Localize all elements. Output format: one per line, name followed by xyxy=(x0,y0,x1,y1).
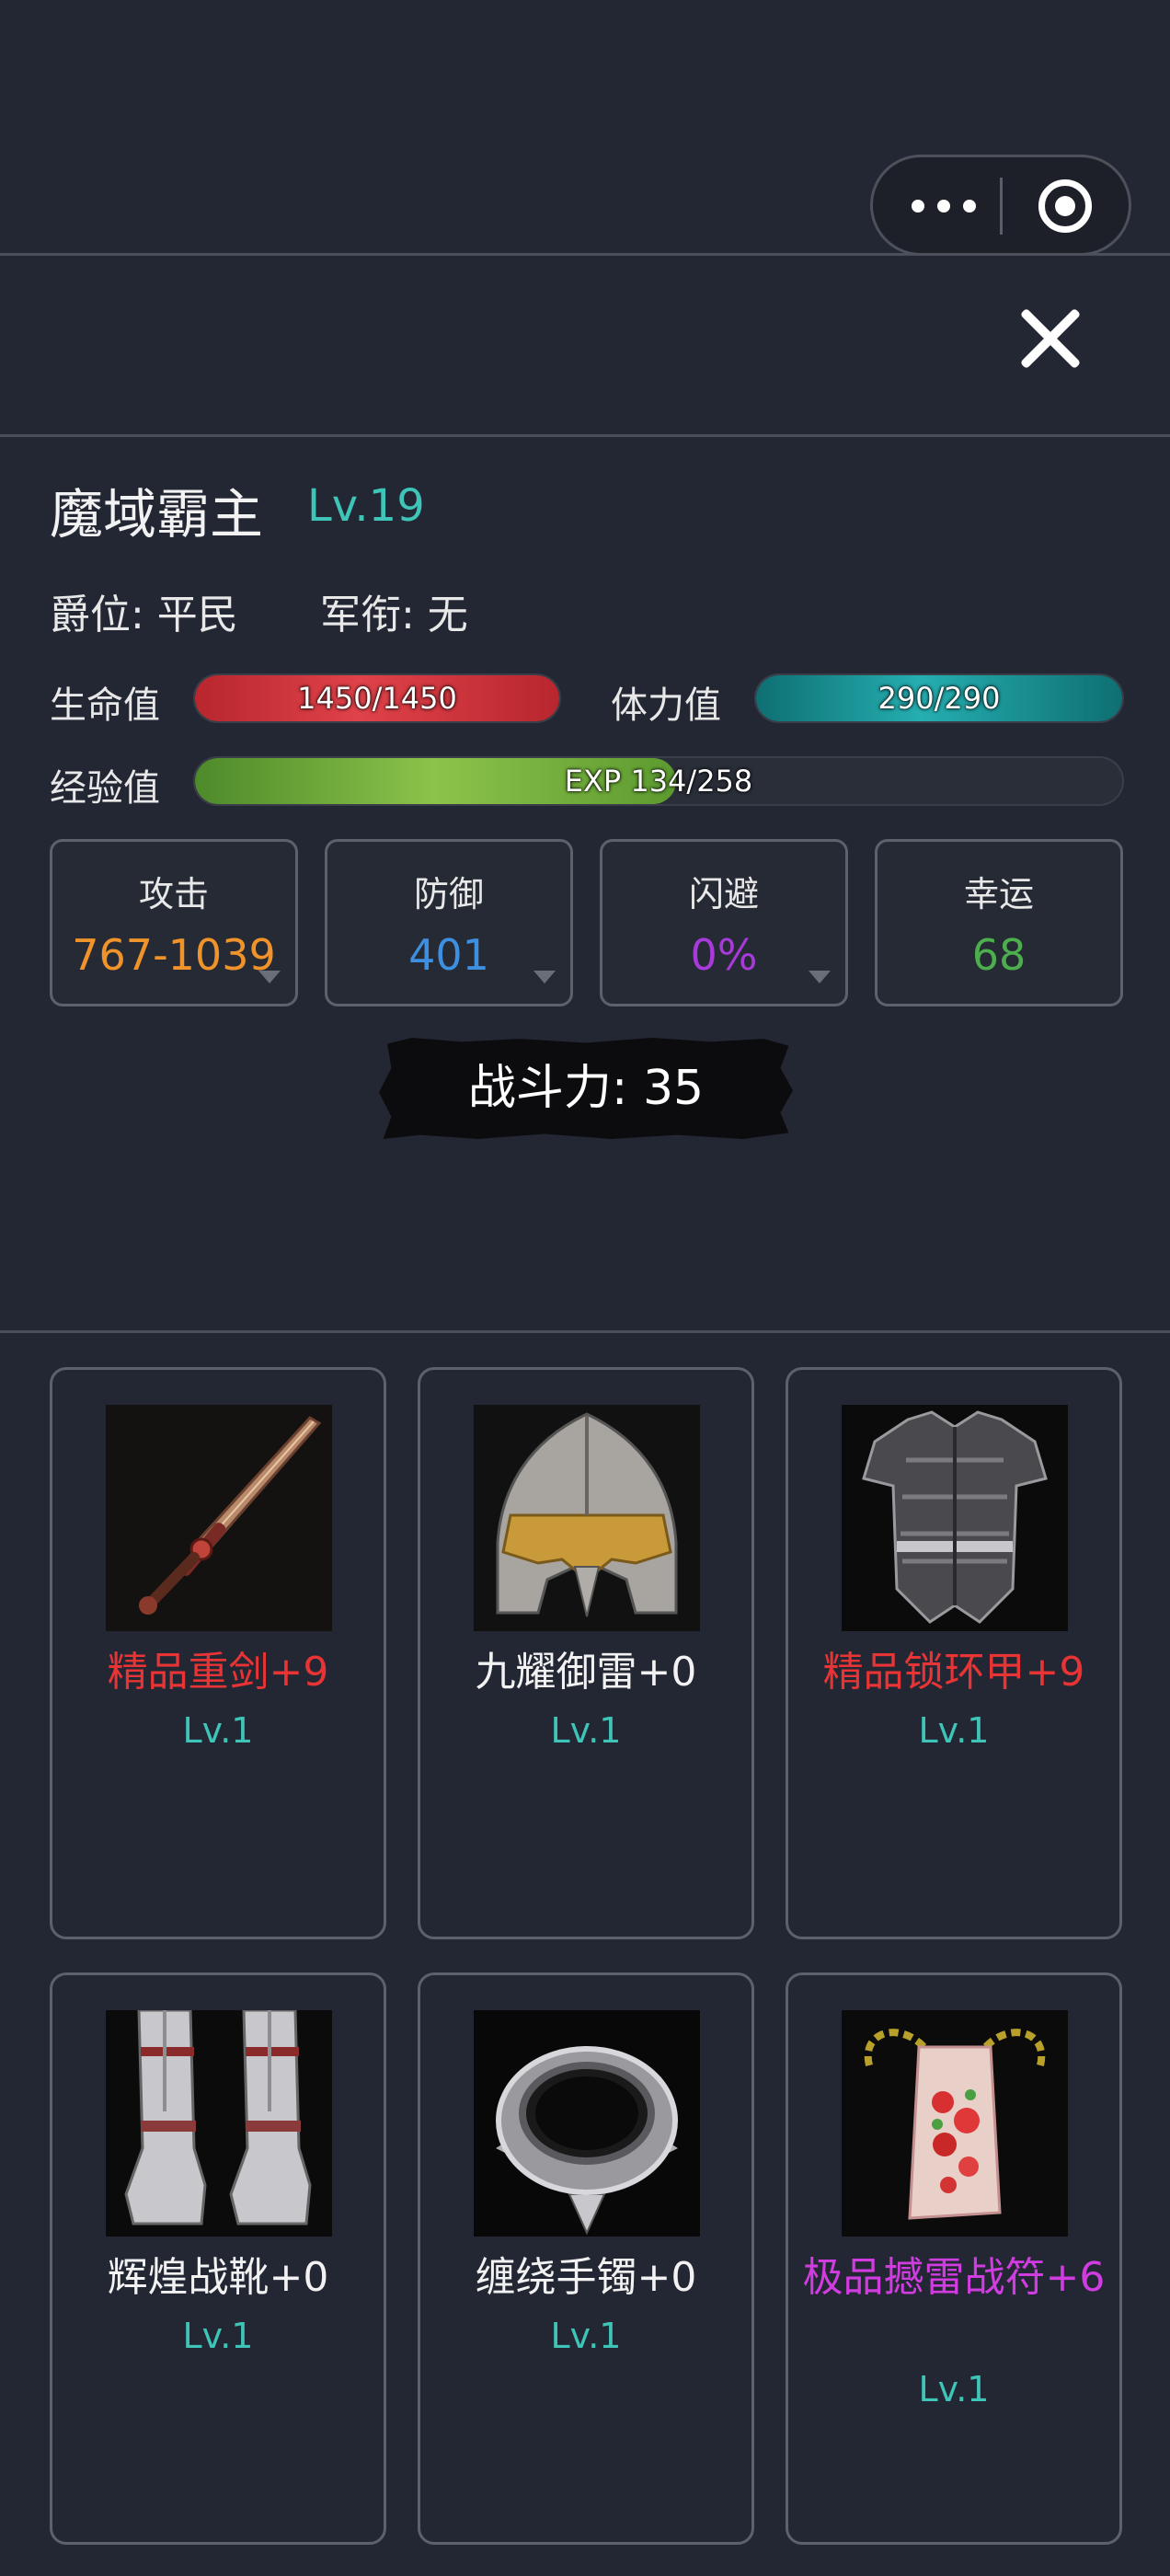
stat-value: 68 xyxy=(971,930,1027,980)
sp-bar-text: 290/290 xyxy=(878,681,1001,716)
equip-slot-amulet[interactable]: 极品撼雷战符+6 Lv.1 xyxy=(786,1972,1122,2545)
equip-name: 辉煌战靴+0 xyxy=(107,2254,329,2301)
player-level: Lv.19 xyxy=(307,480,425,532)
equip-level: Lv.1 xyxy=(182,1710,254,1751)
equip-level: Lv.1 xyxy=(918,2369,990,2409)
stat-label: 防御 xyxy=(413,874,484,914)
dropdown-arrow-icon xyxy=(258,971,281,983)
combat-power-banner: 战斗力: 35 xyxy=(379,1038,793,1139)
equip-name: 缠绕手镯+0 xyxy=(475,2254,697,2301)
dropdown-arrow-icon xyxy=(533,971,556,983)
player-rank: 爵位: 平民 xyxy=(50,592,238,638)
equip-name: 精品锁环甲+9 xyxy=(822,1649,1085,1696)
sp-label: 体力值 xyxy=(611,684,721,727)
equipment-divider xyxy=(0,1330,1170,1333)
equip-slot-helmet[interactable]: 九耀御雷+0 Lv.1 xyxy=(418,1367,754,1939)
stat-defense[interactable]: 防御 401 xyxy=(325,839,573,1006)
equip-name: 九耀御雷+0 xyxy=(475,1649,697,1696)
stat-dodge[interactable]: 闪避 0% xyxy=(600,839,848,1006)
player-name: 魔域霸主 xyxy=(50,483,264,546)
stat-label: 幸运 xyxy=(963,874,1034,914)
target-icon[interactable] xyxy=(1038,179,1092,233)
hp-bar-text: 1450/1450 xyxy=(297,681,457,716)
equip-level: Lv.1 xyxy=(918,1710,990,1751)
stat-label: 攻击 xyxy=(138,874,209,914)
equip-slot-armor[interactable]: 精品锁环甲+9 Lv.1 xyxy=(786,1367,1122,1939)
xp-bar: EXP 134/258 xyxy=(193,756,1124,806)
stat-label: 闪避 xyxy=(688,874,759,914)
armor-icon xyxy=(842,1405,1068,1631)
boots-icon xyxy=(106,2010,332,2237)
close-icon[interactable] xyxy=(1015,304,1085,374)
player-title: 军衔: 无 xyxy=(320,592,468,638)
close-bar xyxy=(0,259,1170,437)
equip-name: 极品撼雷战符+6 xyxy=(802,2254,1106,2301)
xp-label: 经验值 xyxy=(50,767,160,810)
bracelet-icon xyxy=(474,2010,700,2237)
capsule-divider xyxy=(1000,178,1003,235)
mini-program-capsule xyxy=(870,155,1131,256)
equip-name: 精品重剑+9 xyxy=(107,1649,329,1696)
more-dots-icon[interactable] xyxy=(912,192,994,220)
dropdown-arrow-icon xyxy=(809,971,831,983)
equip-slot-boots[interactable]: 辉煌战靴+0 Lv.1 xyxy=(50,1972,386,2545)
stat-attack[interactable]: 攻击 767-1039 xyxy=(50,839,298,1006)
hp-bar: 1450/1450 xyxy=(193,673,561,723)
sword-icon xyxy=(106,1405,332,1631)
sp-bar: 290/290 xyxy=(754,673,1124,723)
equip-level: Lv.1 xyxy=(550,2316,622,2356)
stat-luck: 幸运 68 xyxy=(875,839,1123,1006)
equip-level: Lv.1 xyxy=(550,1710,622,1751)
combat-power-text: 战斗力: 35 xyxy=(467,1061,705,1116)
equip-slot-weapon[interactable]: 精品重剑+9 Lv.1 xyxy=(50,1367,386,1939)
xp-bar-text: EXP 134/258 xyxy=(564,764,753,799)
equip-slot-bracelet[interactable]: 缠绕手镯+0 Lv.1 xyxy=(418,1972,754,2545)
helmet-icon xyxy=(474,1405,700,1631)
hp-label: 生命值 xyxy=(50,684,160,727)
equip-level: Lv.1 xyxy=(182,2316,254,2356)
amulet-icon xyxy=(842,2010,1068,2237)
